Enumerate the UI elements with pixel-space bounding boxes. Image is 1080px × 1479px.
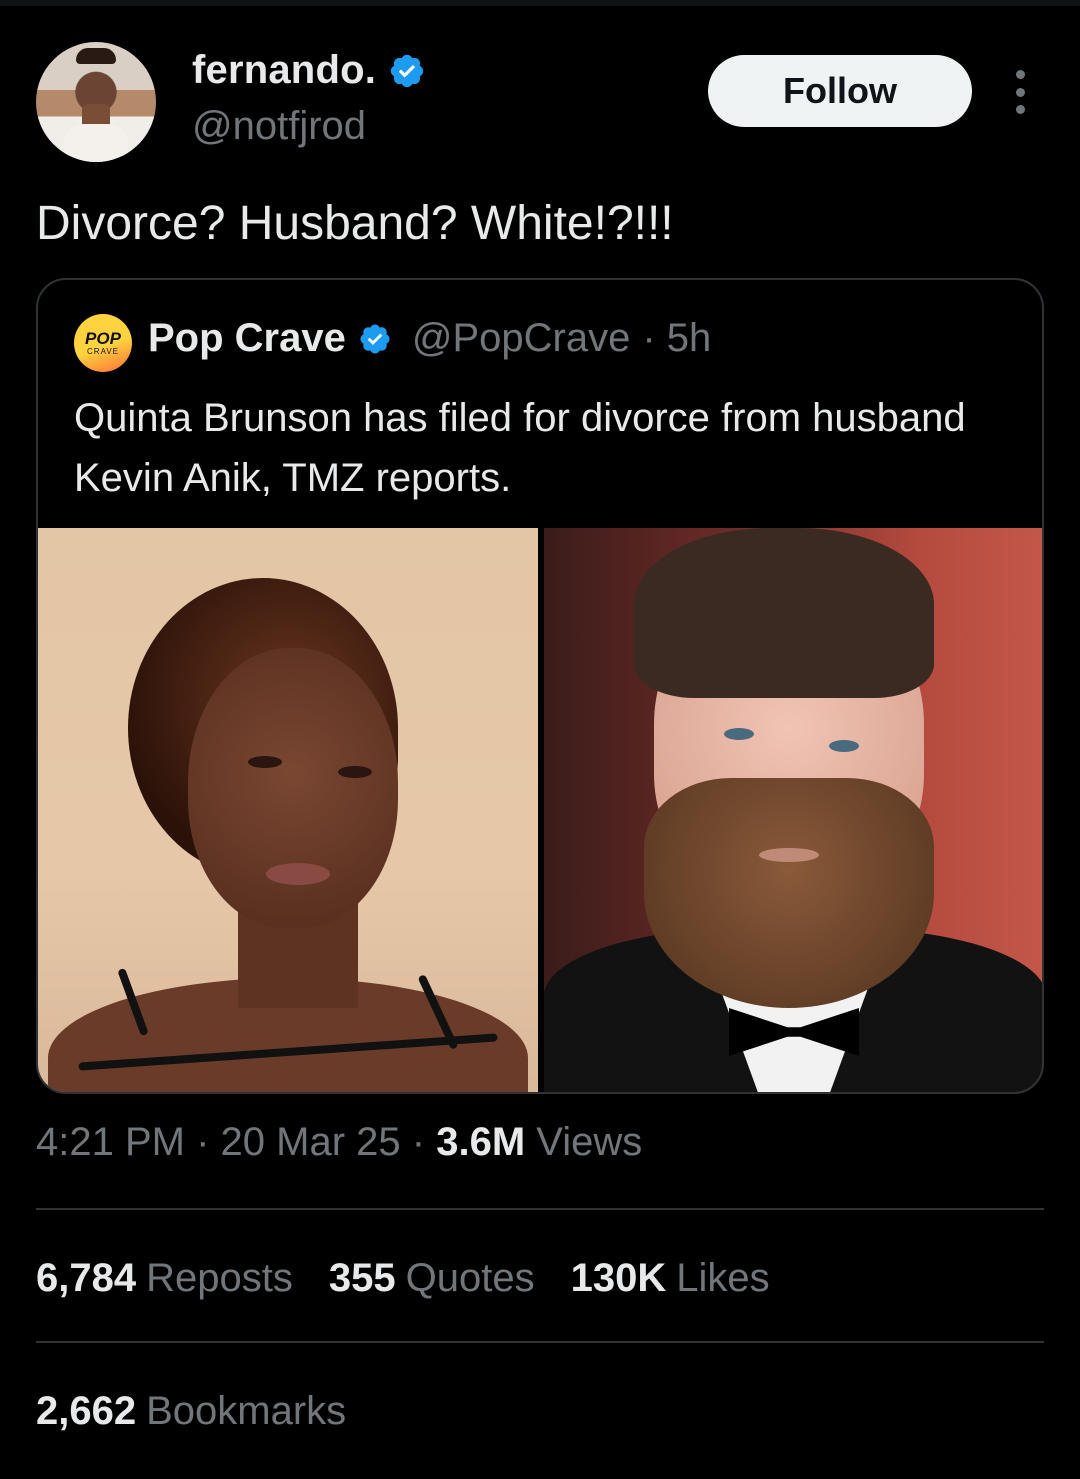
photo-lips (759, 848, 819, 862)
separator: · (196, 1120, 210, 1164)
engagement-stats: 6,784 Reposts 355 Quotes 130K Likes (36, 1256, 770, 1301)
quoted-text: Quinta Brunson has filed for divorce fro… (74, 396, 966, 500)
quoted-handle[interactable]: @PopCrave (412, 316, 630, 361)
divider (36, 1208, 1044, 1210)
follow-button[interactable]: Follow (708, 55, 972, 127)
tweet-time[interactable]: 4:21 PM (36, 1120, 185, 1164)
avatar-shirt (64, 124, 128, 162)
avatar-hair (76, 48, 116, 64)
dot (1015, 105, 1025, 114)
quotes-stat[interactable]: 355 Quotes (329, 1256, 535, 1301)
quoted-tweet-card[interactable]: POP CRAVE Pop Crave @PopCrave · 5h Quint… (36, 278, 1044, 1094)
bookmarks-count: 2,662 (36, 1389, 137, 1433)
quoted-display-name[interactable]: Pop Crave (148, 316, 346, 361)
photo-eye (338, 766, 372, 778)
verified-badge-icon (390, 54, 424, 87)
quoted-time: · 5h (642, 316, 712, 360)
avatar-logo-pop: POP (85, 328, 121, 348)
reposts-stat[interactable]: 6,784 Reposts (36, 1256, 293, 1301)
divider (36, 1341, 1044, 1343)
avatar-logo-crave: CRAVE (87, 346, 119, 356)
quotes-label: Quotes (405, 1256, 535, 1300)
views-label: Views (536, 1120, 643, 1164)
quotes-count: 355 (328, 1256, 396, 1300)
views-count: 3.6M (436, 1120, 526, 1164)
verified-badge-icon (360, 323, 390, 354)
reposts-count: 6,784 (36, 1256, 137, 1300)
dot (1015, 70, 1025, 79)
dot (1015, 87, 1025, 97)
likes-stat[interactable]: 130K Likes (571, 1256, 770, 1301)
photo-eye (248, 756, 282, 768)
photo-lips (266, 863, 330, 885)
likes-count: 130K (570, 1256, 667, 1300)
photo-face (188, 648, 398, 928)
photo-eye (724, 728, 754, 740)
reposts-label: Reposts (146, 1256, 293, 1300)
tweet-date[interactable]: 20 Mar 25 (221, 1120, 401, 1164)
bookmarks-label: Bookmarks (146, 1389, 347, 1433)
photo-beard (644, 778, 934, 1008)
author-display-name[interactable]: fernando. (192, 48, 376, 93)
photo-hair (634, 528, 934, 698)
author-name-row[interactable]: fernando. (192, 48, 426, 93)
bookmarks-stat[interactable]: 2,662 Bookmarks (36, 1389, 346, 1434)
photo-man[interactable] (544, 528, 1042, 1092)
quoted-header: Pop Crave @PopCrave · 5h (148, 316, 711, 361)
author-handle[interactable]: @notfjrod (192, 104, 366, 149)
separator: · (411, 1120, 426, 1164)
likes-label: Likes (676, 1256, 770, 1300)
pop-crave-avatar[interactable]: POP CRAVE (74, 314, 132, 372)
author-avatar[interactable] (36, 42, 156, 162)
more-options-icon[interactable] (1006, 70, 1034, 114)
top-border (0, 0, 1080, 6)
tweet-text: Divorce? Husband? White!?!!! (36, 197, 674, 250)
photo-woman[interactable] (38, 528, 538, 1092)
tweet-meta: 4:21 PM · 20 Mar 25 · 3.6M Views (36, 1120, 642, 1165)
photo-eye (829, 740, 859, 752)
